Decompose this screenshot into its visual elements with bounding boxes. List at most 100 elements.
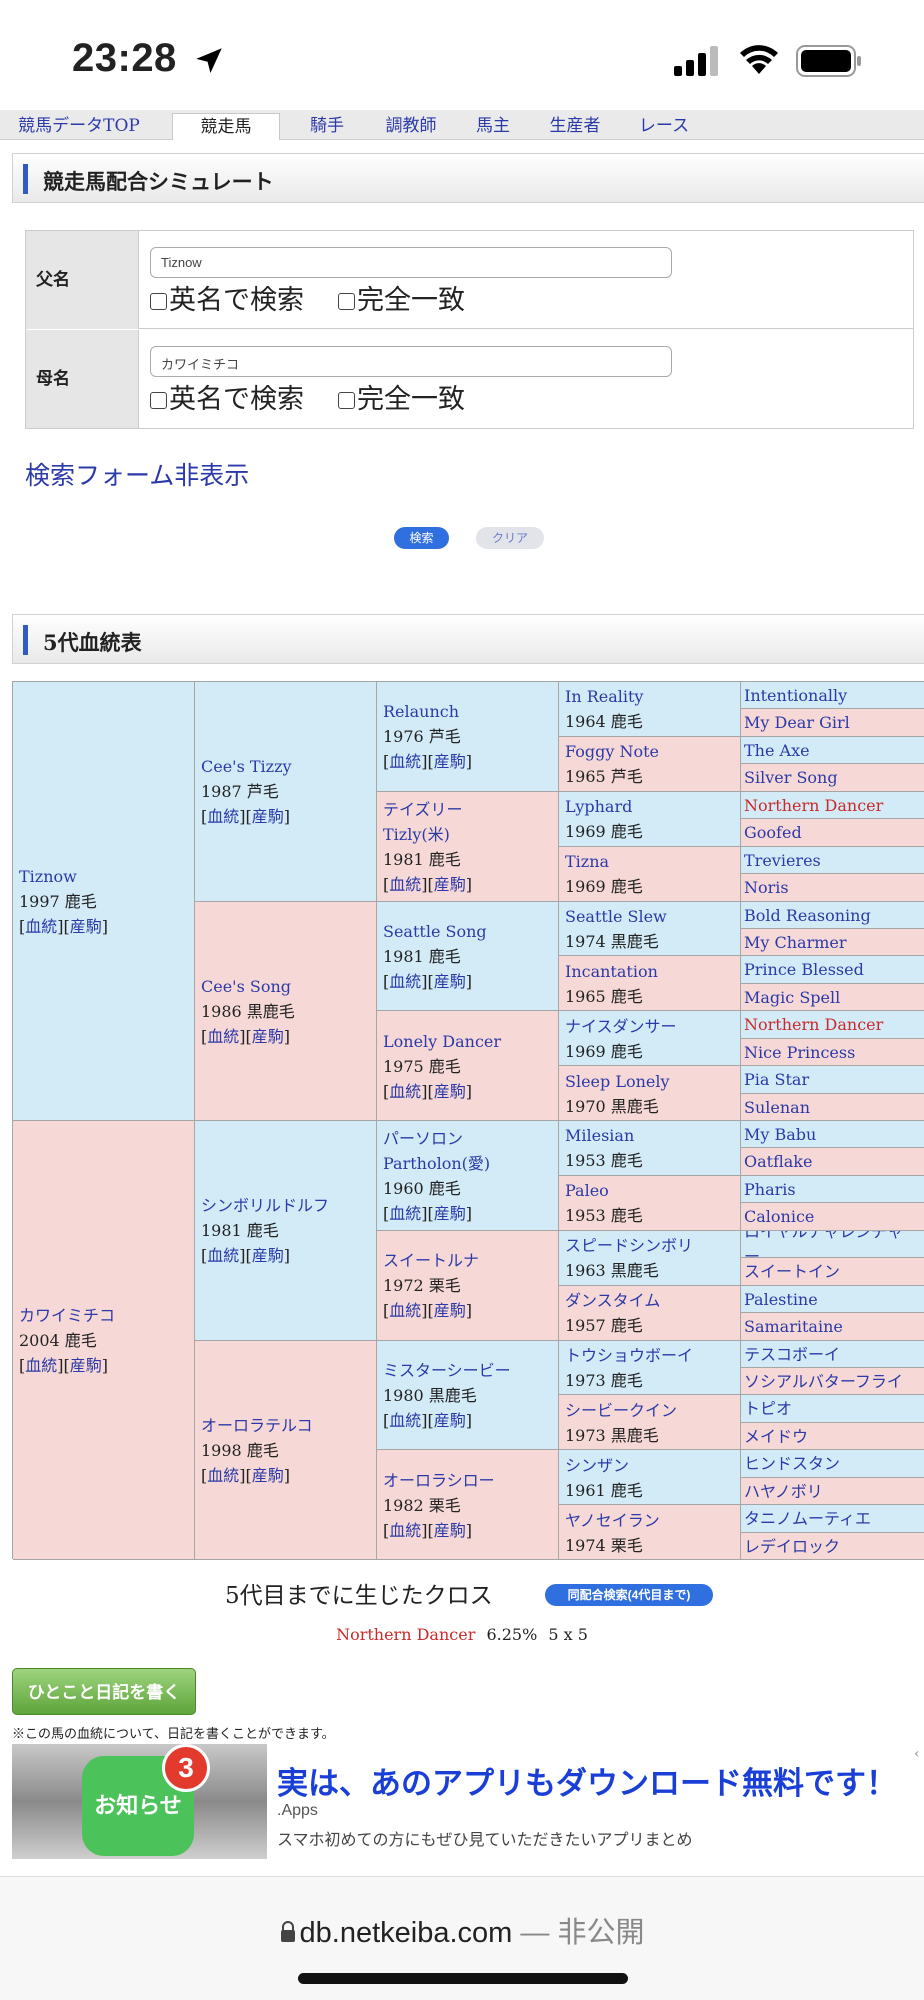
blood-link[interactable]: 血統 — [389, 875, 421, 894]
offspring-link[interactable]: 産駒 — [70, 1356, 102, 1375]
horse-name-link[interactable]: ミスターシービー — [383, 1358, 511, 1383]
horse-name-link[interactable]: Seattle Song — [383, 919, 487, 944]
blood-link[interactable]: 血統 — [389, 752, 421, 771]
blood-link[interactable]: 血統 — [25, 1356, 57, 1375]
blood-link[interactable]: 血統 — [207, 807, 239, 826]
horse-name-link[interactable]: Intentionally — [744, 683, 847, 708]
tab-owner[interactable]: 馬主 — [468, 113, 518, 140]
dam-input[interactable]: カワイミチコ — [150, 346, 672, 377]
url-display[interactable]: db.netkeiba.com — 非公開 — [0, 1909, 924, 1951]
blood-link[interactable]: 血統 — [389, 1411, 421, 1430]
offspring-link[interactable]: 産駒 — [434, 1082, 466, 1101]
blood-link[interactable]: 血統 — [389, 1301, 421, 1320]
tab-top[interactable]: 競馬データTOP — [12, 113, 146, 140]
blood-link[interactable]: 血統 — [389, 1082, 421, 1101]
sire-exact-checkbox[interactable]: 完全一致 — [338, 285, 465, 317]
blood-link[interactable]: 血統 — [25, 917, 57, 936]
horse-name-link[interactable]: Tiznow — [19, 864, 108, 889]
horse-name-link[interactable]: Northern Dancer — [744, 1012, 883, 1037]
horse-name-link[interactable]: パーソロン — [383, 1126, 490, 1151]
blood-link[interactable]: 血統 — [207, 1027, 239, 1046]
hide-form-link[interactable]: 検索フォーム非表示 — [25, 456, 249, 492]
horse-name-link[interactable]: Sulenan — [744, 1095, 810, 1120]
horse-name-link[interactable]: Oatflake — [744, 1149, 812, 1174]
same-mating-search-button[interactable]: 同配合検索(4代目まで) — [545, 1584, 713, 1606]
offspring-link[interactable]: 産駒 — [252, 1027, 284, 1046]
horse-name-link[interactable]: Lonely Dancer — [383, 1029, 501, 1054]
horse-name-link[interactable]: オーロラテルコ — [201, 1413, 313, 1438]
offspring-link[interactable]: 産駒 — [434, 972, 466, 991]
horse-name-link[interactable]: Northern Dancer — [744, 793, 883, 818]
horse-name-link[interactable]: Pia Star — [744, 1067, 809, 1092]
horse-name-link[interactable]: シンボリルドルフ — [201, 1193, 329, 1218]
offspring-link[interactable]: 産駒 — [434, 1301, 466, 1320]
horse-name-link[interactable]: Relaunch — [383, 699, 472, 724]
ad-title[interactable]: 実は、あのアプリもダウンロード無料です！ — [277, 1758, 897, 1803]
offspring-link[interactable]: 産駒 — [252, 807, 284, 826]
horse-name-alt[interactable]: Partholon(愛) — [383, 1151, 490, 1176]
offspring-link[interactable]: 産駒 — [434, 875, 466, 894]
sire-english-checkbox[interactable]: 英名で検索 — [150, 285, 304, 317]
horse-name-link[interactable]: スイートルナ — [383, 1248, 479, 1273]
cross-horse-link[interactable]: Northern Dancer — [336, 1625, 475, 1644]
horse-name-link[interactable]: Bold Reasoning — [744, 903, 871, 928]
clear-button[interactable]: クリア — [476, 527, 544, 549]
horse-name-link[interactable]: トピオ — [744, 1396, 792, 1421]
horse-name-link[interactable]: Calonice — [744, 1204, 814, 1229]
horse-name-alt[interactable]: Tizly(米) — [383, 822, 472, 847]
horse-name-link[interactable]: Prince Blessed — [744, 957, 864, 982]
horse-name-link[interactable]: Lyphard — [565, 794, 643, 819]
horse-name-link[interactable]: スピードシンボリ — [565, 1233, 693, 1258]
horse-name-link[interactable]: Cee's Song — [201, 974, 295, 999]
horse-name-link[interactable]: Magic Spell — [744, 985, 840, 1010]
horse-name-link[interactable]: オーロラシロー — [383, 1468, 495, 1493]
horse-name-link[interactable]: Silver Song — [744, 765, 838, 790]
horse-name-link[interactable]: Incantation — [565, 959, 658, 984]
horse-name-link[interactable]: Cee's Tizzy — [201, 754, 292, 779]
horse-name-link[interactable]: ロイヤルチャレンヂャ — [744, 1231, 903, 1245]
blood-link[interactable]: 血統 — [207, 1466, 239, 1485]
offspring-link[interactable]: 産駒 — [434, 1411, 466, 1430]
search-button[interactable]: 検索 — [394, 527, 449, 549]
horse-name-link[interactable]: Nice Princess — [744, 1040, 855, 1065]
offspring-link[interactable]: 産駒 — [252, 1246, 284, 1265]
ad-banner[interactable]: お知らせ 3 実は、あのアプリもダウンロード無料です！ .Apps スマホ初めて… — [12, 1744, 924, 1859]
horse-name-link[interactable]: ヒンドスタン — [744, 1451, 840, 1476]
horse-name-link[interactable]: Seattle Slew — [565, 904, 667, 929]
horse-name-link[interactable]: スイートイン — [744, 1259, 840, 1284]
horse-name-link[interactable]: テイズリー — [383, 797, 472, 822]
blood-link[interactable]: 血統 — [389, 1521, 421, 1540]
offspring-link[interactable]: 産駒 — [434, 1521, 466, 1540]
offspring-link[interactable]: 産駒 — [252, 1466, 284, 1485]
horse-name-link[interactable]: Tizna — [565, 849, 643, 874]
tab-breeder[interactable]: 生産者 — [544, 113, 606, 140]
tab-race[interactable]: レース — [634, 113, 694, 140]
offspring-link[interactable]: 産駒 — [70, 917, 102, 936]
blood-link[interactable]: 血統 — [207, 1246, 239, 1265]
horse-name-link[interactable]: ソシアルバターフライ — [744, 1369, 903, 1394]
horse-name-link[interactable]: My Charmer — [744, 930, 847, 955]
horse-name-link[interactable]: Foggy Note — [565, 739, 659, 764]
horse-name-link[interactable]: Noris — [744, 875, 789, 900]
ad-close-icon[interactable]: ‹ — [914, 1746, 920, 1762]
horse-name-link[interactable]: シービークイン — [565, 1398, 677, 1423]
horse-name-cont[interactable]: ー — [744, 1244, 903, 1257]
horse-name-link[interactable]: レデイロック — [744, 1534, 840, 1559]
tab-horse[interactable]: 競走馬 — [172, 113, 280, 140]
horse-name-link[interactable]: タニノムーティエ — [744, 1506, 871, 1531]
horse-name-link[interactable]: シンザン — [565, 1453, 643, 1478]
browser-url-bar[interactable]: db.netkeiba.com — 非公開 — [0, 1876, 924, 2000]
horse-name-link[interactable]: In Reality — [565, 684, 643, 709]
home-indicator[interactable] — [298, 1973, 628, 1984]
horse-name-link[interactable]: テスコボーイ — [744, 1342, 840, 1367]
horse-name-link[interactable]: ナイスダンサー — [565, 1014, 677, 1039]
horse-name-link[interactable]: トウショウボーイ — [565, 1343, 693, 1368]
write-diary-button[interactable]: ひとこと日記を書く — [12, 1668, 196, 1715]
horse-name-link[interactable]: Palestine — [744, 1287, 818, 1312]
horse-name-link[interactable]: ヤノセイラン — [565, 1508, 660, 1533]
horse-name-link[interactable]: Goofed — [744, 820, 802, 845]
tab-jockey[interactable]: 騎手 — [302, 113, 352, 140]
horse-name-link[interactable]: ダンスタイム — [565, 1288, 660, 1313]
horse-name-link[interactable]: Paleo — [565, 1178, 643, 1203]
blood-link[interactable]: 血統 — [389, 972, 421, 991]
